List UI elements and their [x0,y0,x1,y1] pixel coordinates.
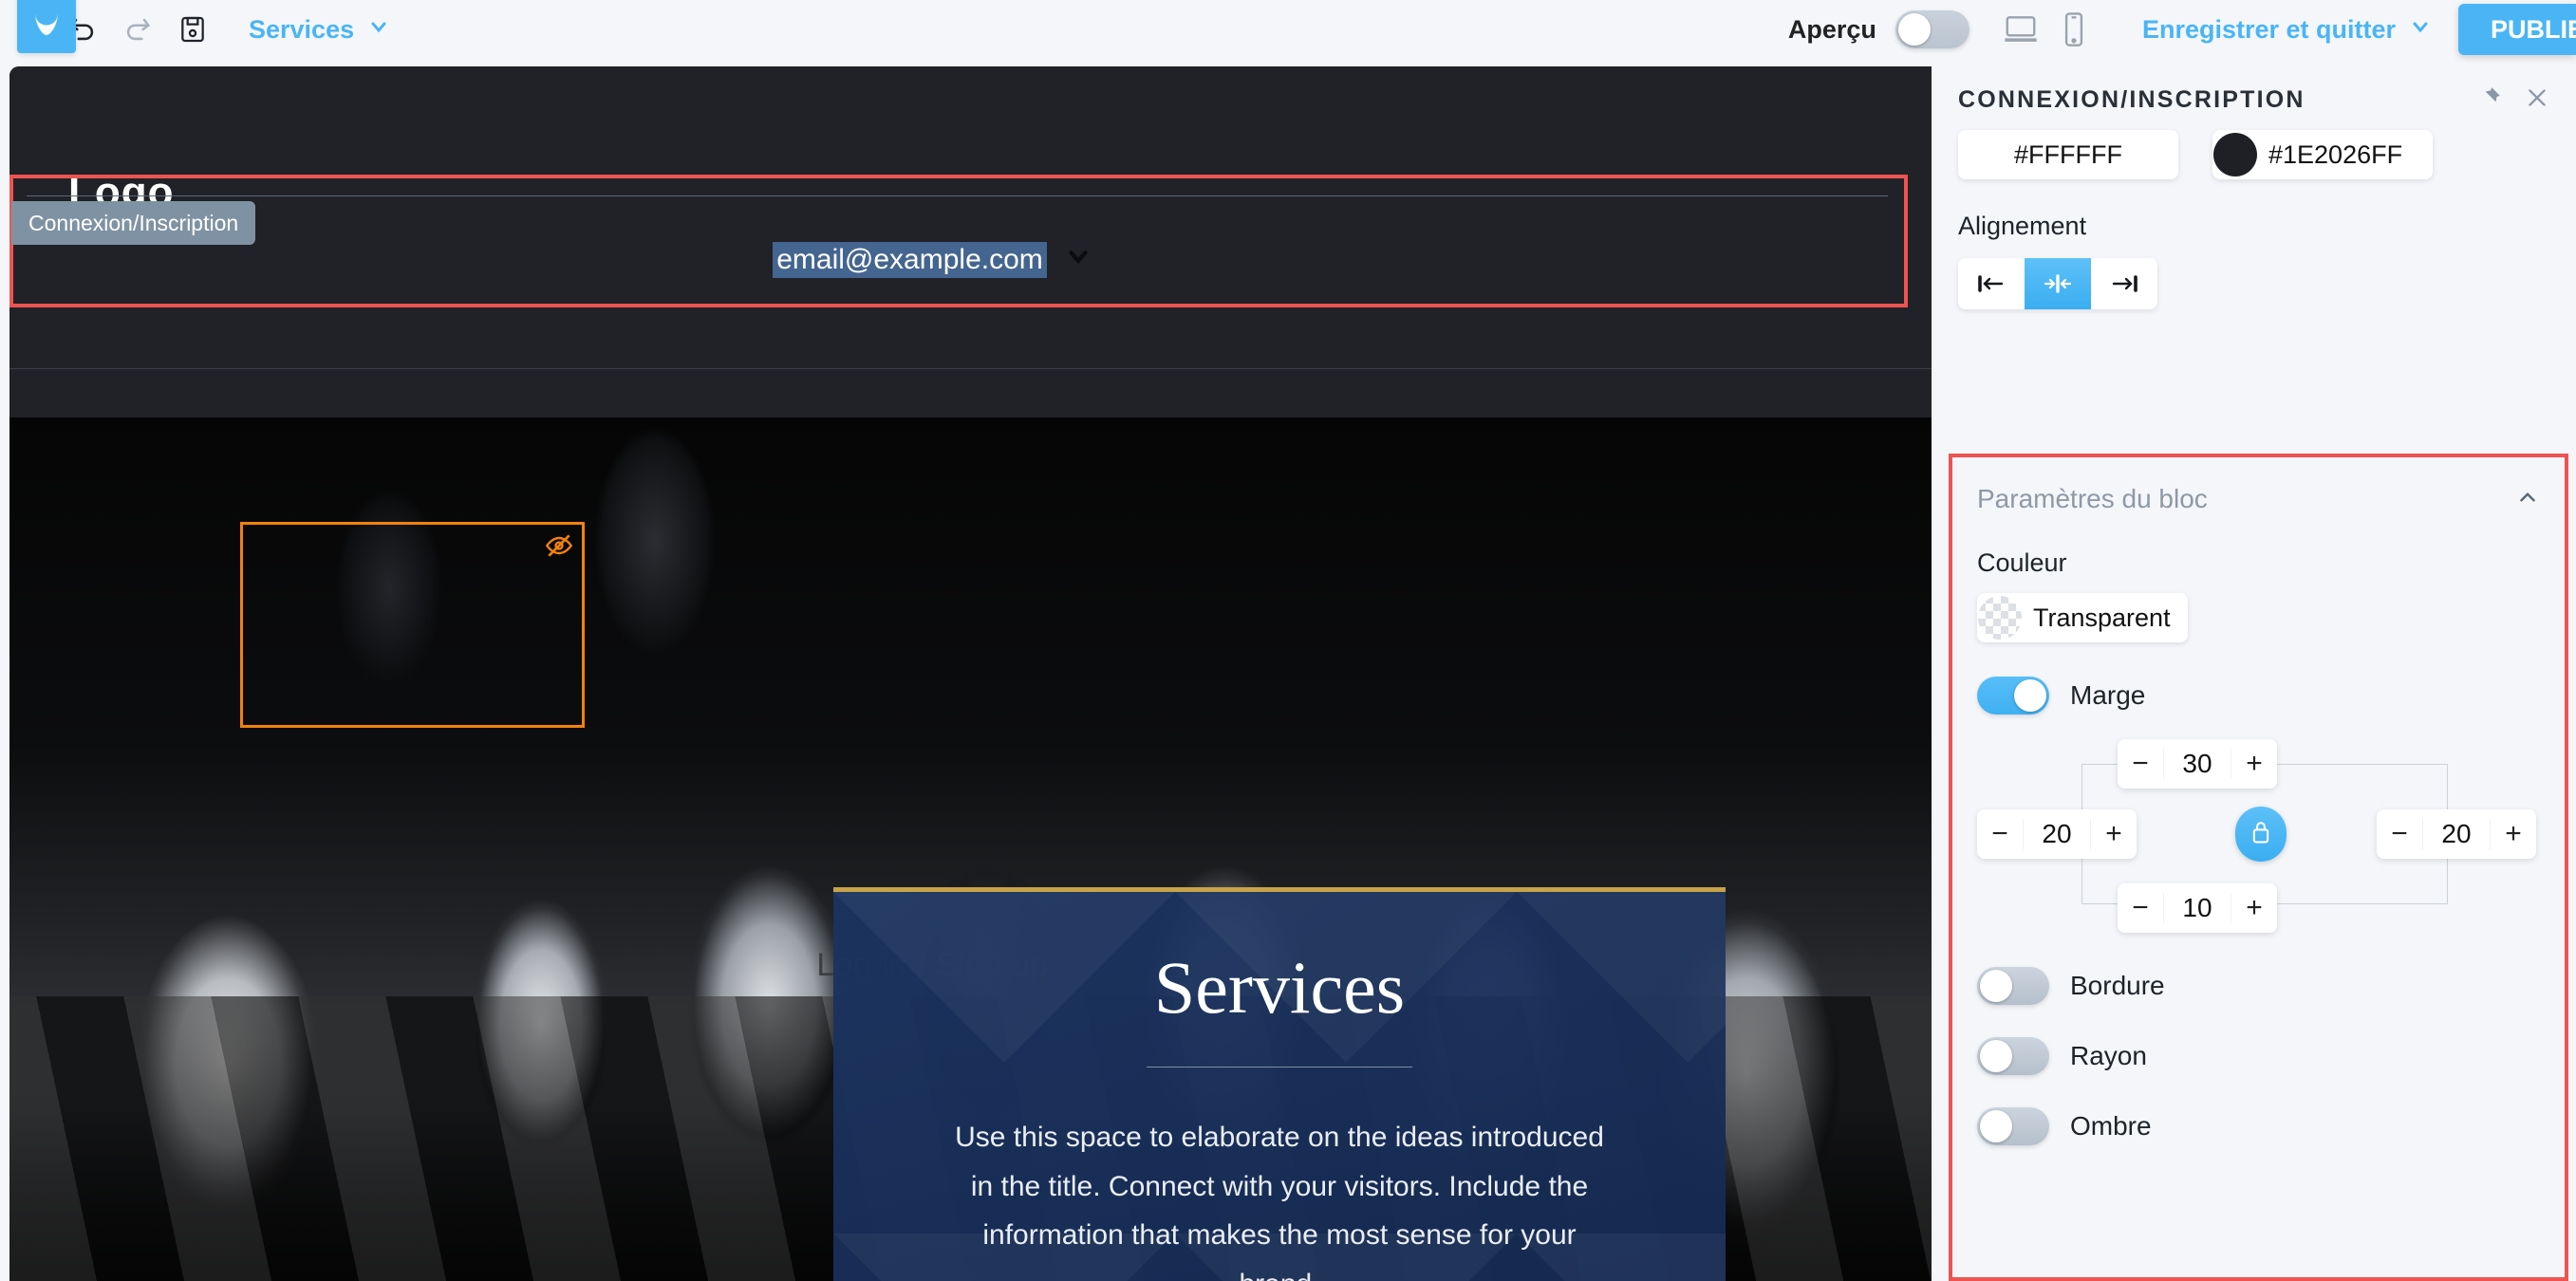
desktop-icon[interactable] [1994,6,2047,53]
border-toggle-row: Bordure [1977,967,2540,1005]
block-settings-section: Paramètres du bloc Couleur Transparent M… [1949,454,2568,1281]
margin-bottom-value[interactable]: 10 [2163,893,2231,923]
services-card-divider [1147,1067,1412,1068]
selected-block-label: Connexion/Inscription [11,201,256,245]
margin-top-value[interactable]: 30 [2163,749,2231,779]
color-chip-foreground[interactable]: #FFFFFF [1958,130,2178,179]
align-right-button[interactable] [2091,258,2157,309]
margin-right-value[interactable]: 20 [2422,819,2491,849]
transparent-label: Transparent [2033,603,2171,632]
color-value: #1E2026FF [2268,139,2403,169]
canvas-area: Logo email@example.com Home Serv [0,59,1932,1281]
increment-button[interactable]: + [2231,739,2277,789]
toggle-knob [2014,679,2046,712]
margin-right-stepper: − 20 + [2377,809,2536,859]
preview-toggle[interactable] [1895,10,1969,48]
radius-toggle-row: Rayon [1977,1037,2540,1075]
radius-label: Rayon [2070,1041,2147,1070]
save-disk-icon[interactable] [165,6,220,53]
hovered-block-outline [240,522,585,728]
app-logo-icon[interactable] [17,0,76,53]
color-swatch [1959,133,2003,176]
services-card-title: Services [1153,946,1406,1029]
toolbar-right-group: Aperçu Enregistrer et quitter PUBLIER [1788,0,2576,59]
toggle-knob [1980,970,2012,1002]
border-toggle[interactable] [1977,967,2049,1005]
color-values-row: #FFFFFF #1E2026FF [1932,130,2576,179]
lock-icon [2249,820,2272,849]
block-settings-body: Couleur Transparent Marge − 30 + − 20 + … [1952,548,2565,1145]
checkerboard-swatch [1978,596,2022,640]
alignment-button-group [1958,258,2157,309]
increment-button[interactable]: + [2491,809,2536,859]
email-field[interactable]: email@example.com [773,242,1047,278]
toggle-knob [1980,1040,2012,1072]
save-and-exit-label: Enregistrer et quitter [2141,14,2396,44]
properties-panel: CONNEXION/INSCRIPTION #FFFFFF #1E2026FF … [1932,59,2576,1281]
mobile-icon[interactable] [2047,6,2100,53]
alignment-label: Alignement [1958,212,2087,240]
preview-label: Aperçu [1787,14,1876,44]
chevron-down-icon [2409,15,2432,45]
top-toolbar: Services Aperçu Enregistrer et quitter P… [0,0,2576,59]
shadow-toggle-row: Ombre [1977,1107,2540,1145]
toggle-knob [1897,13,1931,46]
decrement-button[interactable]: − [2118,739,2163,789]
panel-title: CONNEXION/INSCRIPTION [1958,86,2305,113]
margin-label: Marge [2070,680,2146,710]
services-card-body: Use this space to elaborate on the ideas… [955,1122,1604,1281]
pin-icon[interactable] [2477,85,2502,115]
decrement-button[interactable]: − [1977,809,2023,859]
margin-toggle[interactable] [1977,677,2049,715]
panel-header: CONNEXION/INSCRIPTION [1932,59,2576,121]
panel-header-actions [2477,85,2549,115]
decrement-button[interactable]: − [2377,809,2422,859]
login-email-row: email@example.com [9,242,1856,278]
close-icon[interactable] [2525,85,2549,115]
margin-top-stepper: − 30 + [2118,739,2277,789]
increment-button[interactable]: + [2091,809,2137,859]
color-value: #FFFFFF [2014,139,2122,169]
transparent-color-chip[interactable]: Transparent [1977,593,2188,642]
site-header: Logo email@example.com [9,66,1932,418]
page-selector[interactable]: Services [249,15,390,45]
eye-off-icon[interactable] [544,530,574,566]
margin-left-stepper: − 20 + [1977,809,2137,859]
decrement-button[interactable]: − [2118,883,2163,933]
radius-toggle[interactable] [1977,1037,2049,1075]
page-name-label: Services [249,14,355,44]
services-card[interactable]: Services Use this space to elaborate on … [833,887,1726,1281]
align-left-button[interactable] [1958,258,2025,309]
redo-icon[interactable] [110,6,165,53]
color-swatch [2213,133,2257,176]
margin-lock-button[interactable] [2235,807,2287,862]
margin-controls: − 30 + − 20 + − 20 + − 10 + [1977,735,2540,935]
publish-button[interactable]: PUBLIER [2458,4,2576,55]
color-chip-background[interactable]: #1E2026FF [2212,130,2433,179]
align-center-button[interactable] [2025,258,2091,309]
border-label: Bordure [2070,971,2165,1000]
toggle-knob [1980,1110,2012,1142]
margin-bottom-stepper: − 10 + [2118,883,2277,933]
increment-button[interactable]: + [2231,883,2277,933]
block-settings-title: Paramètres du bloc [1977,484,2208,513]
margin-toggle-row: Marge [1977,677,2540,715]
save-and-exit-button[interactable]: Enregistrer et quitter [2142,15,2432,45]
margin-left-value[interactable]: 20 [2023,819,2091,849]
chevron-up-icon[interactable] [2515,485,2540,514]
shadow-toggle[interactable] [1977,1107,2049,1145]
shadow-label: Ombre [2070,1111,2152,1141]
publish-label: PUBLIER [2491,14,2576,44]
chevron-down-icon[interactable] [1064,242,1092,278]
color-label: Couleur [1977,548,2067,577]
editor-root: Services Aperçu Enregistrer et quitter P… [0,0,2576,1281]
block-settings-header[interactable]: Paramètres du bloc [1952,457,2565,514]
header-divider [27,195,1888,196]
header-divider-lower [9,368,1932,369]
chevron-down-icon [367,15,390,45]
